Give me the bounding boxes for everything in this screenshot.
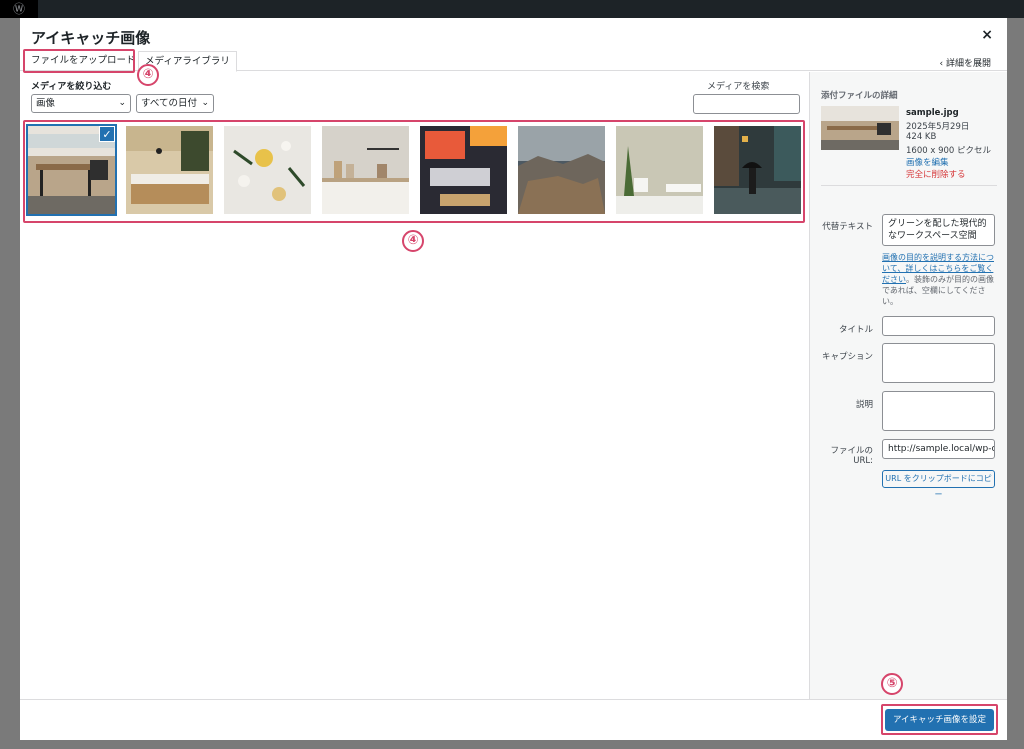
modal-title: アイキャッチ画像: [31, 29, 151, 47]
attachment-details-panel: 添付ファイルの詳細 sample.jpg 2025年5月29日 424 KB 1…: [809, 72, 1007, 699]
chevron-down-icon: ⌄: [118, 98, 126, 108]
details-filesize: 424 KB: [906, 132, 937, 142]
alt-text-help: 画像の目的を説明する方法について、詳しくはこちらをご覧ください。装飾のみが目的の…: [882, 252, 995, 307]
admin-bar: [0, 0, 1024, 18]
grid-highlight: [23, 120, 805, 223]
modal-footer: アイキャッチ画像を設定: [20, 699, 1007, 740]
media-type-select[interactable]: 画像 ⌄: [31, 94, 131, 113]
alt-text-label: 代替テキスト: [822, 222, 873, 232]
close-icon[interactable]: ×: [981, 27, 993, 43]
media-type-value: 画像: [36, 98, 56, 109]
filter-label: メディアを絞り込む: [31, 82, 112, 92]
wordpress-logo-icon: Ⓦ: [0, 0, 38, 18]
details-dimensions: 1600 x 900 ピクセル: [906, 146, 991, 156]
office-workspace-photo: [821, 106, 899, 150]
step-callout-button: ⑤: [881, 673, 903, 695]
file-url-label: ファイルの URL:: [830, 446, 873, 466]
details-thumbnail: [821, 106, 899, 150]
title-label: タイトル: [838, 325, 873, 335]
date-filter-select[interactable]: すべての日付 ⌄: [136, 94, 214, 113]
caption-label: キャプション: [821, 352, 873, 362]
search-label: メディアを検索: [707, 82, 770, 92]
media-search-input[interactable]: [693, 94, 800, 114]
set-button-highlight: [881, 704, 998, 735]
details-date: 2025年5月29日: [906, 122, 970, 132]
details-filename: sample.jpg: [906, 108, 959, 118]
alt-text-field[interactable]: グリーンを配した現代的なワークスペース空間: [882, 214, 995, 246]
details-heading: 添付ファイルの詳細: [821, 91, 898, 101]
title-field[interactable]: [882, 316, 995, 336]
chevron-down-icon: ⌄: [201, 98, 209, 108]
edit-image-link[interactable]: 画像を編集: [906, 156, 949, 168]
step-callout-grid: ④: [402, 230, 424, 252]
caption-field[interactable]: [882, 343, 995, 383]
upload-tab-highlight: [23, 49, 135, 73]
description-label: 説明: [855, 400, 873, 410]
description-field[interactable]: [882, 391, 995, 431]
step-callout-upload: ④: [137, 64, 159, 86]
copy-url-button[interactable]: URL をクリップボードにコピー: [882, 470, 995, 499]
details-divider: [821, 185, 997, 186]
date-filter-value: すべての日付: [141, 98, 197, 109]
expand-details-link[interactable]: ‹ 詳細を展開: [940, 56, 991, 69]
file-url-field[interactable]: http://sample.local/wp-co: [882, 439, 995, 459]
modal-tabs: ファイルをアップロード メディアライブラリ: [20, 51, 1007, 72]
featured-image-modal: アイキャッチ画像 × ファイルをアップロード メディアライブラリ ‹ 詳細を展開…: [20, 18, 1007, 740]
delete-permanently-link[interactable]: 完全に削除する: [906, 168, 966, 180]
